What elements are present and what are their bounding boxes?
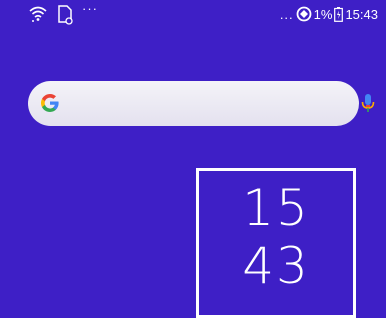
notification-overflow-icon: ··· — [82, 1, 98, 16]
clock-minutes: 43 — [242, 237, 310, 295]
status-bar-left: ··· — [29, 1, 98, 25]
sim-card-icon — [58, 5, 73, 25]
microphone-icon[interactable] — [361, 93, 375, 115]
battery-percent: 1% — [313, 6, 333, 22]
battery-icon — [334, 6, 344, 22]
google-g-icon — [41, 94, 59, 112]
status-overflow-icon: ... — [279, 6, 294, 22]
data-saver-icon — [296, 6, 312, 22]
wifi-icon — [29, 6, 47, 22]
clock-widget[interactable]: 15 43 — [196, 168, 356, 318]
home-screen: { "colors": { "wallpaper": "#3e1fc6", "s… — [0, 0, 386, 318]
status-bar-time: 15:43 — [345, 6, 378, 22]
google-search-bar[interactable] — [28, 81, 375, 126]
clock-hours: 15 — [242, 179, 310, 237]
status-bar-right: ... 1% 15:43 — [280, 5, 378, 23]
status-bar: ··· ... 1% 15:43 — [0, 0, 386, 28]
